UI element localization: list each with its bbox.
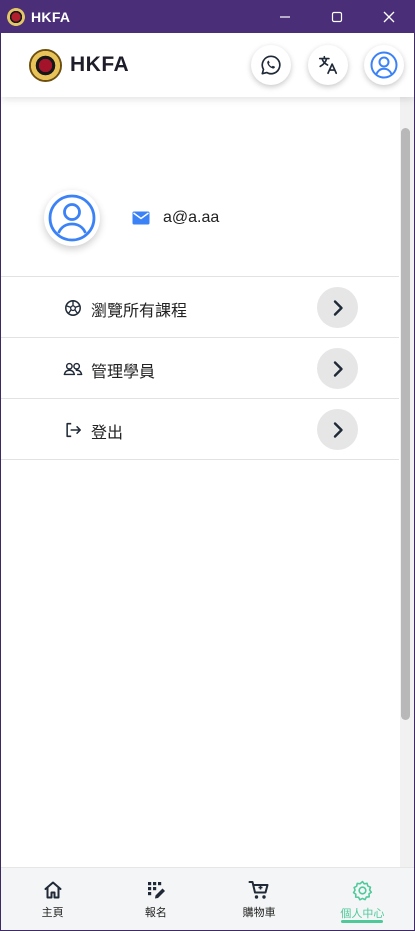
- profile-card: a@a.aa: [1, 157, 399, 277]
- profile-page: a@a.aa 瀏覽所有課程 管理學員 登出: [1, 97, 401, 867]
- nav-label: 個人中心: [340, 907, 385, 920]
- users-icon: [63, 359, 83, 379]
- nav-item-cart[interactable]: 購物車: [208, 868, 311, 930]
- app-window: HKFA a@a.aa 瀏覽所有課程 管理學員 登出 主頁 報名 購物車 個人中…: [1, 33, 414, 930]
- user-icon: [48, 194, 96, 242]
- brand-name: HKFA: [70, 53, 130, 76]
- cart-icon: [248, 881, 269, 899]
- profile-menu: 瀏覽所有課程 管理學員 登出: [1, 276, 399, 460]
- app-header: HKFA: [1, 33, 414, 97]
- nav-item-home[interactable]: 主頁: [1, 868, 104, 930]
- bottom-nav: 主頁 報名 購物車 個人中心: [1, 867, 414, 930]
- nav-label: 報名: [144, 906, 167, 919]
- chevron-right-button[interactable]: [317, 409, 358, 450]
- nav-item-register[interactable]: 報名: [104, 868, 207, 930]
- chevron-right-button[interactable]: [317, 287, 358, 328]
- register-icon: [147, 882, 165, 899]
- nav-label: 主頁: [41, 906, 64, 919]
- minimize-button[interactable]: [259, 0, 311, 33]
- menu-item-logout[interactable]: 登出: [1, 399, 399, 460]
- profile-icon: [370, 51, 398, 79]
- minimize-icon: [280, 15, 290, 18]
- close-button[interactable]: [363, 0, 415, 33]
- menu-item-browse-courses[interactable]: 瀏覽所有課程: [1, 277, 399, 338]
- menu-item-label: 管理學員: [91, 362, 156, 381]
- user-email: a@a.aa: [163, 209, 220, 226]
- hkfa-logo[interactable]: [29, 48, 62, 82]
- menu-item-label: 瀏覽所有課程: [91, 301, 188, 320]
- menu-item-manage-students[interactable]: 管理學員: [1, 338, 399, 399]
- maximize-icon: [331, 11, 343, 22]
- profile-button[interactable]: [364, 45, 404, 85]
- scrollbar-thumb[interactable]: [401, 128, 410, 720]
- window-titlebar: HKFA: [0, 0, 415, 33]
- close-icon: [383, 11, 395, 22]
- active-indicator: [341, 920, 384, 923]
- mail-icon: [132, 211, 150, 225]
- settings-icon: [352, 880, 372, 901]
- window-controls: [259, 0, 415, 33]
- home-icon: [44, 881, 62, 899]
- nav-label: 購物車: [242, 906, 276, 919]
- chevron-right-icon: [333, 360, 343, 377]
- chevron-right-icon: [333, 299, 343, 316]
- translate-icon: [318, 55, 338, 75]
- nav-item-profile-center[interactable]: 個人中心: [311, 868, 414, 930]
- aperture-icon: [63, 298, 83, 318]
- chevron-right-icon: [333, 421, 343, 438]
- chevron-right-button[interactable]: [317, 348, 358, 389]
- window-title: HKFA: [31, 8, 71, 25]
- whatsapp-button[interactable]: [251, 45, 291, 85]
- whatsapp-icon: [261, 55, 281, 75]
- logout-icon: [63, 420, 83, 440]
- maximize-button[interactable]: [311, 0, 363, 33]
- menu-item-label: 登出: [91, 423, 124, 442]
- app-logo-icon: [7, 7, 25, 26]
- avatar[interactable]: [44, 190, 100, 246]
- translate-button[interactable]: [308, 45, 348, 85]
